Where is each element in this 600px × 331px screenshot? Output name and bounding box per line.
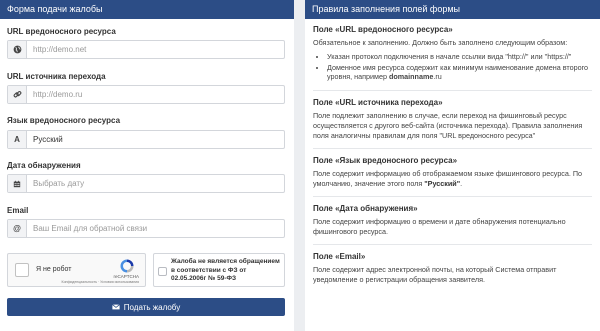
rule-text: Поле содержит информацию об отображаемом… [313, 168, 583, 188]
recaptcha-widget: Я не робот reCAPTCHA Конфиденциальность … [7, 253, 146, 287]
submit-label: Подать жалобу [123, 302, 181, 312]
rules-panel-title: Правила заполнения полей формы [305, 0, 600, 19]
language-label: Язык вредоносного ресурса [7, 116, 121, 125]
domain-example: domainname [389, 72, 434, 81]
rule-title: Поле «URL источника перехода» [313, 97, 443, 107]
discovery-date-label: Дата обнаружения [7, 161, 81, 170]
recaptcha-checkbox[interactable] [15, 263, 29, 277]
recaptcha-brand: reCAPTCHA [113, 274, 139, 279]
declaration-checkbox-box: Жалоба не является обращением в соответс… [153, 253, 285, 287]
recaptcha-logo-icon [119, 258, 135, 274]
email-field[interactable]: @ Ваш Email для обратной связи [7, 219, 285, 238]
email-placeholder: Ваш Email для обратной связи [33, 224, 148, 233]
recaptcha-links[interactable]: Конфиденциальность · Условия использован… [62, 280, 139, 284]
panel-gap [294, 0, 305, 331]
rules-panel: Правила заполнения полей формы Поле «URL… [305, 0, 600, 331]
recaptcha-label: Я не робот [36, 266, 72, 273]
email-label: Email [7, 206, 29, 215]
rule-text: Поле содержит адрес электронной почты, н… [313, 264, 557, 284]
discovery-date-placeholder: Выбрать дату [33, 179, 85, 188]
rule-bullet: Доменное имя ресурса содержит как миниму… [327, 63, 592, 82]
rule-bullet: Указан протокол подключения в начале ссы… [327, 52, 592, 62]
globe-icon [8, 41, 27, 58]
declaration-checkbox[interactable] [158, 267, 167, 276]
rule-text: Обязательное к заполнению. Должно быть з… [313, 38, 568, 47]
source-url-placeholder: http://demo.ru [33, 90, 83, 99]
rules-body: Поле «URL вредоносного ресурса» Обязател… [305, 19, 600, 292]
malicious-url-input[interactable]: http://demo.net [7, 40, 285, 59]
font-icon: A [8, 131, 27, 148]
rule-text: Поле подлежит заполнению в случае, если … [313, 110, 583, 140]
rule-section: Поле «Дата обнаружения» Поле содержит ин… [313, 204, 592, 245]
rule-title: Поле «Email» [313, 251, 366, 261]
rule-section: Поле «URL источника перехода» Поле подле… [313, 98, 592, 149]
rule-section: Поле «Язык вредоносного ресурса» Поле со… [313, 156, 592, 197]
malicious-url-label: URL вредоносного ресурса [7, 27, 116, 36]
calendar-icon [8, 175, 27, 192]
rule-title: Поле «Дата обнаружения» [313, 203, 418, 213]
rule-bullets: Указан протокол подключения в начале ссы… [327, 52, 592, 82]
source-url-input[interactable]: http://demo.ru [7, 85, 285, 104]
language-input[interactable]: A Русский [7, 130, 285, 149]
rule-section: Поле «Email» Поле содержит адрес электро… [313, 252, 592, 292]
language-value: Русский [33, 135, 63, 144]
rule-title: Поле «Язык вредоносного ресурса» [313, 155, 458, 165]
envelope-icon [111, 303, 120, 312]
submit-complaint-button[interactable]: Подать жалобу [7, 298, 285, 316]
discovery-date-input[interactable]: Выбрать дату [7, 174, 285, 193]
link-icon [8, 86, 27, 103]
form-panel-title: Форма подачи жалобы [0, 0, 294, 19]
rule-title: Поле «URL вредоносного ресурса» [313, 25, 453, 34]
rule-section: Поле «URL вредоносного ресурса» Обязател… [313, 25, 592, 91]
rule-text: Поле содержит информацию о времени и дат… [313, 216, 566, 236]
complaint-form-panel: Форма подачи жалобы URL вредоносного рес… [0, 0, 294, 331]
malicious-url-placeholder: http://demo.net [33, 45, 87, 54]
declaration-text: Жалоба не является обращением в соответс… [171, 258, 280, 282]
source-url-label: URL источника перехода [7, 72, 106, 81]
page: Форма подачи жалобы URL вредоносного рес… [0, 0, 600, 331]
at-icon: @ [8, 220, 27, 237]
